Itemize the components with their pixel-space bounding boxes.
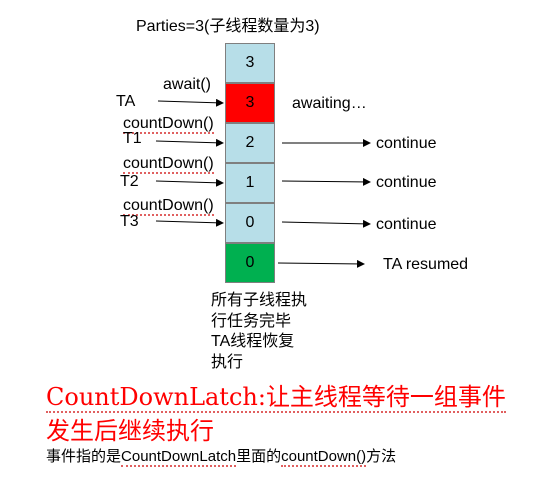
arrow-t1 — [155, 138, 224, 147]
note-line-1: 所有子线程执 — [211, 292, 308, 309]
footer-middle: 里面的 — [236, 448, 282, 465]
arrow-continue-t2 — [281, 177, 371, 186]
note-line-2: 行任务完毕 — [211, 313, 292, 330]
arrow-t2 — [155, 178, 224, 187]
footer-class-name: CountDownLatch — [121, 448, 237, 467]
note-line-3: TA线程恢复 — [211, 333, 295, 350]
arrow-t3 — [155, 218, 224, 227]
footer-text: 事件指的是CountDownLatch里面的countDown()方法 — [46, 448, 397, 467]
footer-prefix: 事件指的是 — [46, 448, 122, 465]
arrow-await — [157, 98, 224, 107]
footer-suffix: 方法 — [366, 448, 397, 465]
heading-line-1: CountDownLatch:让主线程等待一组事件 — [46, 383, 506, 413]
arrow-continue-t3 — [281, 219, 371, 228]
note-line-4: 执行 — [211, 354, 244, 371]
arrow-resumed — [277, 259, 365, 268]
heading-line-2: 发生后继续执行 — [46, 417, 214, 445]
footer-method: countDown() — [281, 448, 367, 467]
